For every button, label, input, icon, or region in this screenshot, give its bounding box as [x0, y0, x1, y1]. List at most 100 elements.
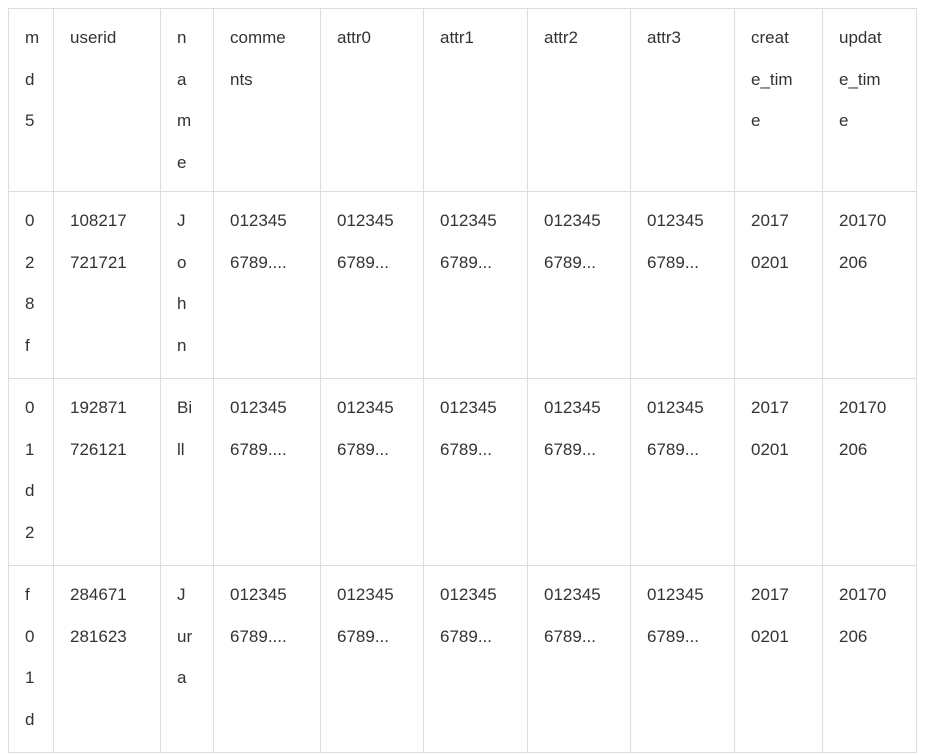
cell-line: 6789... — [337, 252, 389, 272]
cell-line: 012345 — [337, 398, 394, 417]
cell-line: f — [25, 335, 30, 355]
cell-line: ll — [177, 439, 185, 459]
cell-line: 012345 — [230, 585, 287, 604]
column-header-create-time: creat e_tim e — [734, 8, 823, 192]
cell-line: 2 — [25, 522, 35, 542]
column-header-update-time: updat e_time — [822, 8, 917, 192]
cell-line: m — [177, 111, 192, 130]
cell-line: 012345 — [544, 585, 601, 604]
cell-line: 012345 — [440, 585, 497, 604]
cell-attr3: 012345 6789... — [630, 565, 735, 753]
cell-line: e — [839, 111, 849, 130]
cell-attr1: 012345 6789... — [423, 191, 528, 379]
cell-line: 20170 — [839, 398, 887, 417]
cell-line: 20170 — [839, 211, 887, 230]
cell-line: 0201 — [751, 252, 789, 272]
cell-attr3: 012345 6789... — [630, 378, 735, 566]
cell-line: 2 — [25, 252, 35, 272]
cell-update-time: 20170 206 — [822, 565, 917, 753]
cell-attr1: 012345 6789... — [423, 565, 528, 753]
table-header-row: m d 5 userid n a m e comme nts attr0 attr1 att… — [8, 8, 917, 192]
cell-line: 6789... — [647, 439, 699, 459]
cell-line: a — [177, 69, 187, 89]
cell-line: 0 — [25, 398, 35, 417]
cell-attr3: 012345 6789... — [630, 191, 735, 379]
cell-create-time: 2017 0201 — [734, 378, 823, 566]
cell-line: m — [25, 28, 40, 47]
cell-line: 6789... — [440, 252, 492, 272]
cell-line: 012345 — [544, 211, 601, 230]
cell-line: n — [177, 28, 187, 47]
cell-attr0: 012345 6789... — [320, 565, 424, 753]
cell-line: 281623 — [70, 626, 127, 646]
table-row: f 0 1 d 284671 281623 Jur a 012345 6789.... 01… — [8, 565, 917, 753]
cell-line: e_tim — [839, 69, 881, 89]
cell-line: 0201 — [751, 626, 789, 646]
table-row: 0 1 d 2 192871 726121 Bi ll 012345 6789.... 01… — [8, 378, 917, 566]
cell-comments: 012345 6789.... — [213, 565, 321, 753]
cell-line: 2017 — [751, 211, 789, 230]
cell-line: 192871 — [70, 398, 127, 417]
cell-line: 721721 — [70, 252, 127, 272]
cell-line: 108217 — [70, 211, 127, 230]
cell-name: Jo h n — [160, 191, 214, 379]
cell-line: 012345 — [230, 398, 287, 417]
cell-userid: 192871 726121 — [53, 378, 161, 566]
cell-name: Bi ll — [160, 378, 214, 566]
cell-line: 20170 — [839, 585, 887, 604]
cell-line: J — [177, 585, 186, 604]
cell-line: 206 — [839, 626, 868, 646]
cell-line: 6789... — [544, 252, 596, 272]
cell-line: 012345 — [647, 398, 704, 417]
cell-line: d — [25, 69, 35, 89]
cell-line: attr0 — [337, 28, 372, 47]
cell-line: o — [177, 252, 187, 272]
column-header-attr1: attr1 — [423, 8, 528, 192]
table-container: m d 5 userid n a m e comme nts attr0 attr1 att… — [8, 8, 917, 753]
cell-line: 6789... — [337, 439, 389, 459]
cell-md5: f 0 1 d — [8, 565, 54, 753]
cell-line: Bi — [177, 398, 193, 417]
cell-line: 012345 — [337, 585, 394, 604]
cell-attr0: 012345 6789... — [320, 191, 424, 379]
cell-line: 0 — [25, 626, 35, 646]
cell-line: f — [25, 585, 30, 604]
cell-line: 6789.... — [230, 439, 287, 459]
cell-line: ur — [177, 626, 193, 646]
cell-line: 2017 — [751, 398, 789, 417]
cell-line: J — [177, 211, 186, 230]
cell-line: e — [751, 111, 761, 130]
cell-line: attr1 — [440, 28, 475, 47]
cell-line: comme — [230, 28, 286, 47]
cell-line: 1 — [25, 668, 35, 687]
cell-md5: 0 2 8 f — [8, 191, 54, 379]
cell-line: 206 — [839, 439, 868, 459]
cell-line: 6789.... — [230, 252, 287, 272]
column-header-attr0: attr0 — [320, 8, 424, 192]
cell-attr2: 012345 6789... — [527, 565, 631, 753]
cell-userid: 108217 721721 — [53, 191, 161, 379]
cell-line: e — [177, 152, 187, 172]
cell-line: 012345 — [230, 211, 287, 230]
cell-line: attr3 — [647, 28, 682, 47]
cell-line: userid — [70, 28, 117, 47]
cell-line: 8 — [25, 294, 35, 313]
cell-attr2: 012345 6789... — [527, 378, 631, 566]
cell-line: 6789... — [647, 252, 699, 272]
cell-line: 6789... — [440, 626, 492, 646]
cell-line: a — [177, 668, 187, 687]
data-table: m d 5 userid n a m e comme nts attr0 attr1 att… — [8, 8, 917, 753]
cell-line: 2017 — [751, 585, 789, 604]
cell-line: updat — [839, 28, 882, 47]
cell-attr1: 012345 6789... — [423, 378, 528, 566]
cell-line: h — [177, 294, 187, 313]
cell-md5: 0 1 d 2 — [8, 378, 54, 566]
cell-create-time: 2017 0201 — [734, 191, 823, 379]
cell-line: 6789... — [647, 626, 699, 646]
cell-line: 6789... — [440, 439, 492, 459]
cell-line: 0201 — [751, 439, 789, 459]
cell-line: 6789... — [544, 439, 596, 459]
cell-line: 012345 — [440, 211, 497, 230]
cell-attr2: 012345 6789... — [527, 191, 631, 379]
table-row: 0 2 8 f 108217 721721 Jo h n 012345 6789.... 01… — [8, 191, 917, 379]
